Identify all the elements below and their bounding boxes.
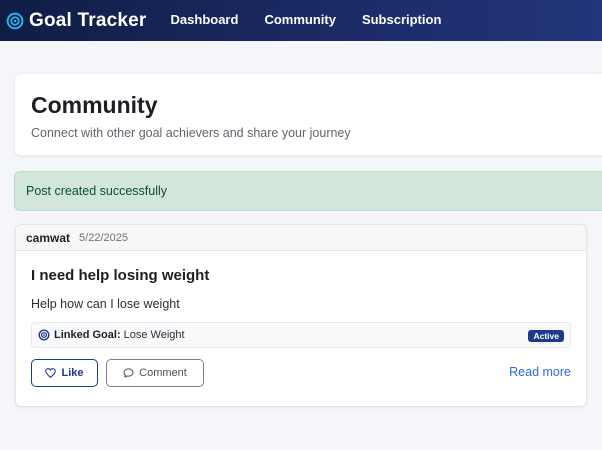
linked-goal-label: Linked Goal: — [54, 329, 121, 341]
post-body: I need help losing weight Help how can I… — [16, 251, 586, 387]
post-card: camwat 5/22/2025 I need help losing weig… — [15, 224, 587, 407]
like-button-label: Like — [61, 367, 84, 379]
page-subtitle: Connect with other goal achievers and sh… — [31, 126, 351, 140]
linked-goal-value: Lose Weight — [123, 329, 185, 341]
linked-goal: Linked Goal: Lose Weight Active — [31, 322, 571, 348]
status-badge: Active — [528, 330, 564, 342]
target-icon — [38, 329, 50, 341]
success-alert: Post created successfully — [14, 171, 602, 211]
brand-name: Goal Tracker — [29, 9, 147, 31]
post-content: Help how can I lose weight — [31, 297, 180, 311]
post-actions: Like Comment Read more — [31, 359, 571, 387]
page-title: Community — [31, 92, 158, 118]
page-header-card: Community Connect with other goal achiev… — [15, 74, 602, 155]
read-more-link[interactable]: Read more — [509, 365, 571, 379]
alert-message: Post created successfully — [26, 184, 168, 198]
post-author: camwat — [26, 230, 71, 245]
target-icon — [6, 12, 24, 29]
nav-link-subscription[interactable]: Subscription — [362, 12, 441, 27]
comment-button[interactable]: Comment — [106, 359, 204, 387]
nav-link-dashboard[interactable]: Dashboard — [171, 12, 239, 27]
like-button[interactable]: Like — [31, 359, 98, 387]
post-date: 5/22/2025 — [79, 231, 128, 244]
chat-bubble-icon — [123, 368, 134, 378]
post-title: I need help losing weight — [31, 267, 210, 284]
heart-icon — [45, 368, 57, 378]
brand[interactable]: Goal Tracker — [6, 10, 147, 32]
comment-button-label: Comment — [139, 367, 187, 379]
post-header: camwat 5/22/2025 — [16, 225, 586, 251]
nav-link-community[interactable]: Community — [264, 12, 336, 27]
top-navbar: Goal Tracker Dashboard Community Subscri… — [0, 0, 602, 41]
